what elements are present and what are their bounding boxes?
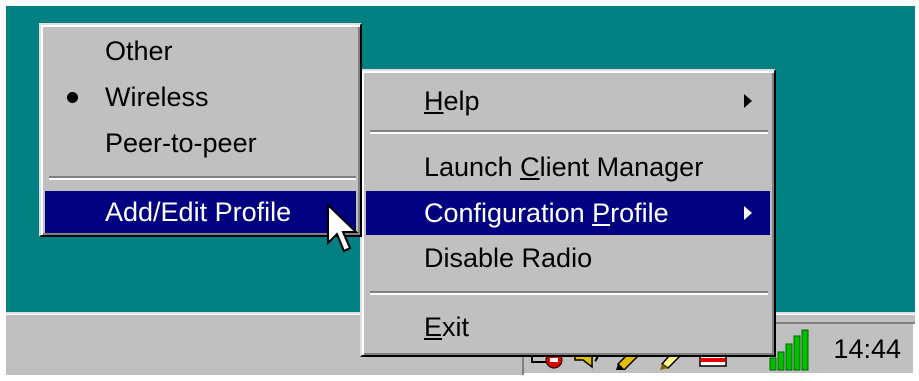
menu-item-disable-radio[interactable]: Disable Radio — [366, 238, 770, 278]
profile-item-peer-to-peer[interactable]: Peer-to-peer — [45, 123, 356, 163]
profile-other-label: Other — [105, 36, 173, 66]
menu-separator — [370, 130, 768, 134]
config-label-prefix: Configuration — [424, 198, 593, 228]
add-edit-profile-label: Add/Edit Profile — [105, 197, 292, 227]
exit-label-rest: xit — [442, 312, 470, 342]
profile-wireless-label: Wireless — [105, 82, 209, 112]
launch-mnemonic: C — [520, 152, 540, 182]
mouse-pointer-icon — [327, 203, 359, 253]
menu-item-launch-client-manager[interactable]: Launch Client Manager — [366, 147, 770, 187]
menu-item-configuration-profile[interactable]: Configuration Profile — [366, 191, 770, 235]
menu-separator — [370, 291, 768, 295]
profile-peer-to-peer-label: Peer-to-peer — [105, 128, 257, 158]
launch-label-prefix: Launch — [424, 152, 521, 182]
profile-item-other[interactable]: Other — [45, 31, 356, 71]
config-label-rest: rofile — [610, 198, 669, 228]
config-mnemonic: P — [592, 198, 611, 228]
menu-item-help[interactable]: Help — [366, 81, 770, 121]
help-label-rest: elp — [443, 86, 480, 116]
configuration-profile-submenu: Other Wireless Peer-to-peer Add/Edit Pro… — [39, 23, 362, 237]
profile-item-wireless[interactable]: Wireless — [45, 77, 356, 117]
exit-mnemonic: E — [424, 312, 443, 342]
configuration-profile-submenu-arrow-icon — [744, 206, 752, 220]
help-mnemonic: H — [424, 86, 444, 116]
menu-item-exit[interactable]: Exit — [366, 307, 770, 347]
menu-separator — [49, 176, 356, 180]
launch-label-rest: lient Manager — [539, 152, 704, 182]
help-submenu-arrow-icon — [744, 94, 752, 108]
screen: 14:44 Help Launch Client Manager Configu… — [0, 0, 919, 381]
radio-bullet-icon — [67, 92, 78, 103]
disable-radio-label: Disable Radio — [424, 243, 593, 273]
profile-item-add-edit-profile[interactable]: Add/Edit Profile — [45, 191, 356, 233]
tray-context-menu: Help Launch Client Manager Configuration… — [360, 69, 776, 357]
tray-clock[interactable]: 14:44 — [833, 334, 901, 365]
